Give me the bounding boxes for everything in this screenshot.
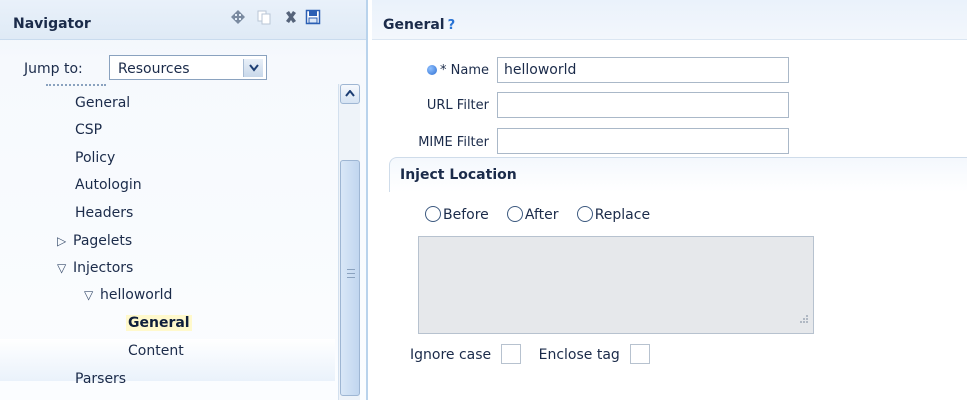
mime-filter-field[interactable] xyxy=(497,128,789,154)
navigator-header: Navigator xyxy=(0,0,366,40)
jump-to-label: Jump to: xyxy=(24,61,83,77)
tree-item-injectors[interactable]: ▽ Injectors xyxy=(57,257,133,279)
required-indicator-icon xyxy=(427,65,437,75)
expand-icon[interactable]: ▷ xyxy=(57,230,73,252)
scroll-thumb[interactable] xyxy=(340,160,360,396)
page-title-text: General xyxy=(383,17,445,33)
radio-circle[interactable] xyxy=(425,206,441,222)
page-title: General? xyxy=(383,17,455,33)
tree-item-label: Injectors xyxy=(73,260,134,276)
tree-item-helloworld-general[interactable]: General xyxy=(126,312,192,334)
navigator-title: Navigator xyxy=(13,16,91,32)
tree-item-label: Parsers xyxy=(75,371,127,387)
details-header: General? xyxy=(372,0,967,40)
inject-location-radio-group: Before After Replace xyxy=(425,206,664,228)
grip-icon xyxy=(347,269,355,278)
chevron-up-icon xyxy=(345,90,355,97)
delete-icon[interactable] xyxy=(283,9,299,25)
tree-item-label: CSP xyxy=(75,122,103,138)
radio-before[interactable]: Before xyxy=(425,206,489,223)
resize-grip-icon[interactable] xyxy=(797,313,809,329)
enclose-tag-checkbox[interactable] xyxy=(629,344,650,364)
tree-item-label: Autologin xyxy=(75,177,142,193)
tree-item-csp[interactable]: CSP xyxy=(75,119,102,141)
tree-item-autologin[interactable]: Autologin xyxy=(75,174,142,196)
tree-item-headers[interactable]: Headers xyxy=(75,202,133,224)
tree-item-general[interactable]: General xyxy=(75,92,130,114)
tree-item-pagelets[interactable]: ▷ Pagelets xyxy=(57,230,132,252)
tree-item-label: Pagelets xyxy=(73,233,133,249)
radio-label: After xyxy=(524,207,559,223)
tree-scrolled-item-edge xyxy=(46,84,106,88)
move-icon[interactable] xyxy=(230,9,246,25)
enclose-tag-label: Enclose tag xyxy=(538,347,620,363)
jump-to-value: Resources xyxy=(118,61,190,77)
resource-tree: General CSP Policy Autologin Headers ▷ Pa… xyxy=(0,84,335,400)
tree-scrollbar[interactable] xyxy=(338,84,360,400)
collapse-icon[interactable]: ▽ xyxy=(84,284,100,306)
tree-item-parsers[interactable]: Parsers xyxy=(75,368,126,390)
ignore-case-label: Ignore case xyxy=(410,347,492,363)
radio-after[interactable]: After xyxy=(506,206,559,223)
ignore-case-option: Ignore case xyxy=(410,344,522,364)
scroll-up-button[interactable] xyxy=(340,84,360,104)
tree-item-label: Headers xyxy=(75,205,134,221)
inject-content-textarea[interactable] xyxy=(418,236,814,334)
tree-item-label: helloworld xyxy=(100,287,173,303)
tree-item-label: Content xyxy=(128,343,184,359)
inject-location-section: Inject Location xyxy=(389,157,967,192)
tree-item-label: Policy xyxy=(75,150,116,166)
tree-item-label-selected: General xyxy=(126,315,192,331)
name-label-row: * Name xyxy=(374,63,489,78)
tree-item-helloworld[interactable]: ▽ helloworld xyxy=(84,284,172,306)
options-row: Ignore case Enclose tag xyxy=(410,344,663,364)
radio-circle[interactable] xyxy=(576,206,593,222)
url-filter-field[interactable] xyxy=(497,92,789,118)
chevron-down-icon[interactable] xyxy=(243,59,263,77)
mime-filter-label: MIME Filter xyxy=(418,135,489,150)
jump-to-select[interactable]: Resources xyxy=(109,55,267,80)
navigator-panel: Navigator Jump to: Resources General CSP xyxy=(0,0,368,400)
tree-item-helloworld-content[interactable]: Content xyxy=(128,340,184,362)
copy-icon[interactable] xyxy=(256,9,272,25)
name-field[interactable] xyxy=(497,57,789,83)
radio-replace[interactable]: Replace xyxy=(576,206,651,223)
tree-item-label: General xyxy=(75,95,131,111)
enclose-tag-option: Enclose tag xyxy=(539,344,650,364)
details-panel: General? * Name URL Filter MIME Filter I… xyxy=(372,0,967,400)
radio-circle[interactable] xyxy=(506,206,523,222)
radio-label: Replace xyxy=(594,207,651,223)
url-filter-label: URL Filter xyxy=(426,98,489,113)
save-icon[interactable] xyxy=(305,9,321,25)
tree-item-policy[interactable]: Policy xyxy=(75,147,115,169)
radio-label: Before xyxy=(443,207,489,223)
help-icon[interactable]: ? xyxy=(448,18,456,33)
collapse-icon[interactable]: ▽ xyxy=(57,257,73,279)
name-label: * Name xyxy=(440,63,489,78)
section-title: Inject Location xyxy=(400,167,517,183)
ignore-case-checkbox[interactable] xyxy=(501,344,522,364)
